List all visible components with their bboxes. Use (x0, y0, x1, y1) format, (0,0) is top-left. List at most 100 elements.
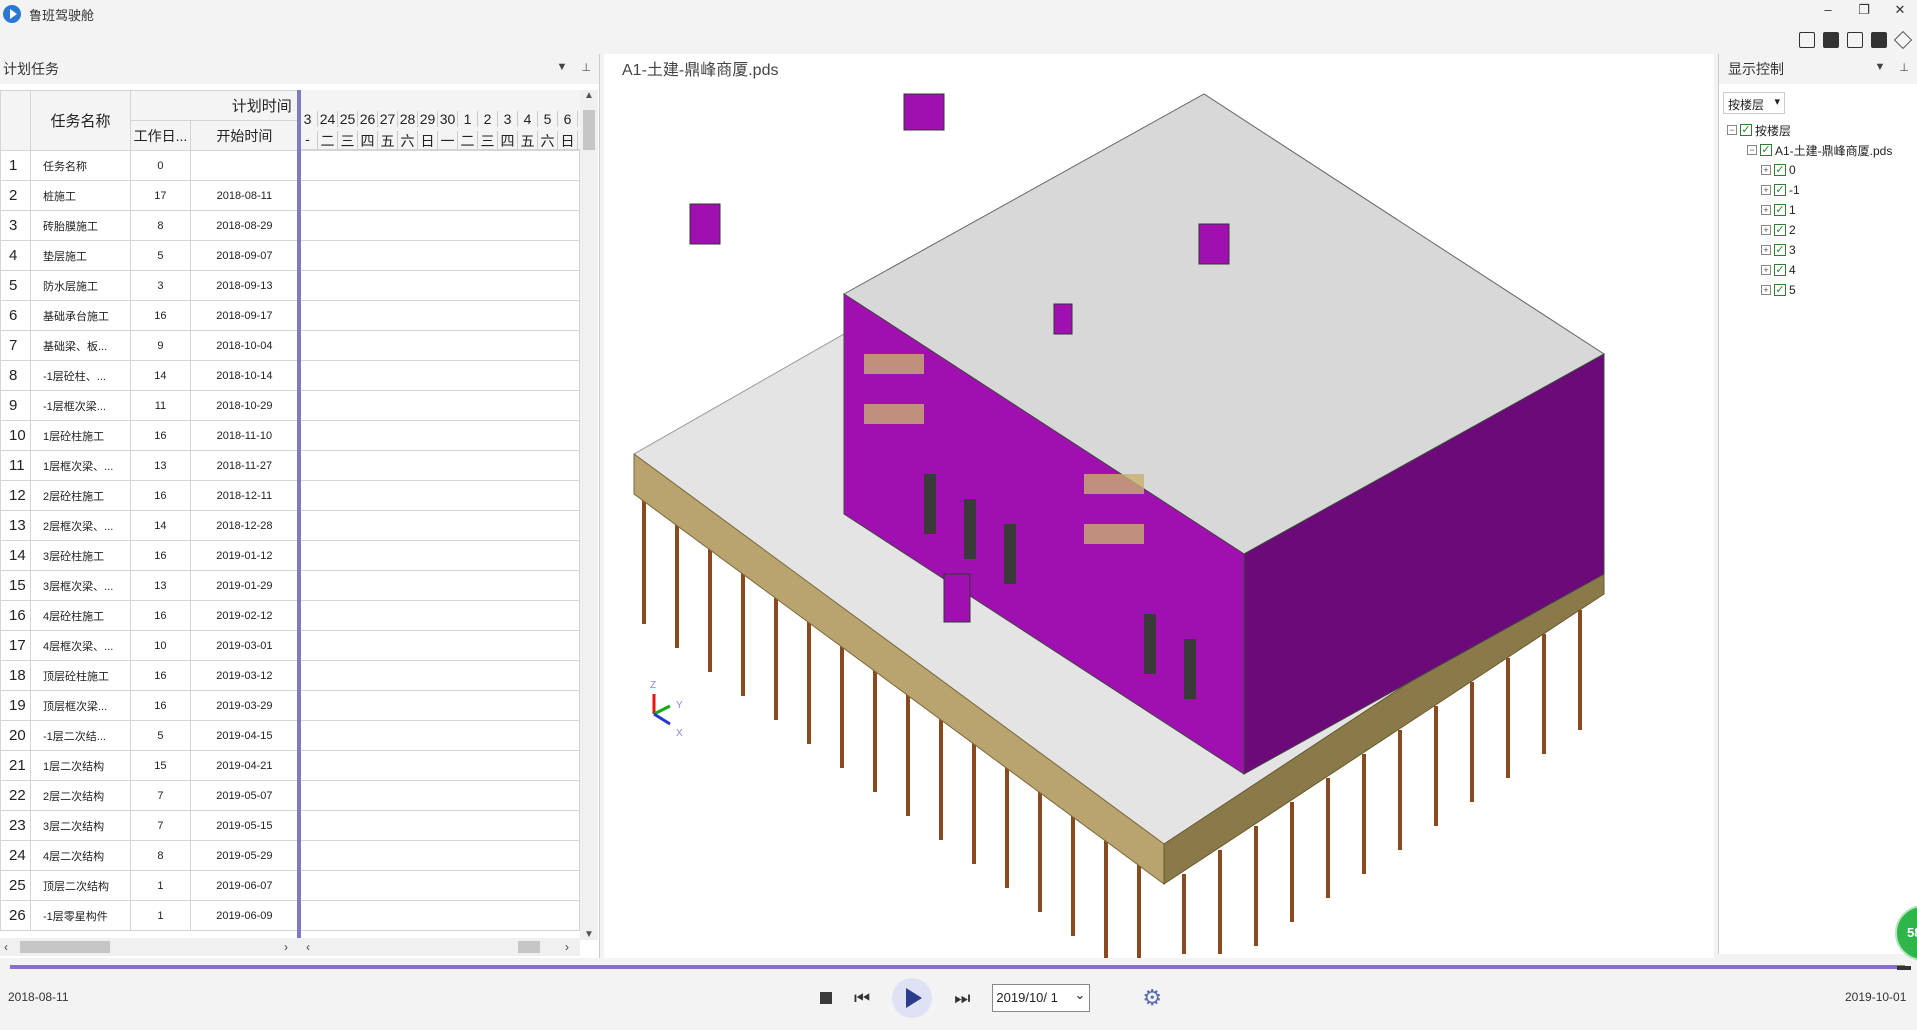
task-name-cell[interactable]: 砖胎膜施工 (29, 210, 131, 241)
work-days-cell[interactable]: 16 (129, 690, 191, 721)
table-row[interactable]: 13 2层框次梁、... 14 2018-12-28 (0, 510, 580, 541)
task-name-cell[interactable]: 4层框次梁、... (29, 630, 131, 661)
row-number[interactable]: 20 (0, 720, 31, 751)
gantt-cell[interactable] (297, 810, 580, 841)
task-name-cell[interactable]: 3层二次结构 (29, 810, 131, 841)
start-time-header[interactable]: 开始时间 (189, 120, 299, 151)
front-view-icon[interactable] (1799, 32, 1815, 48)
gantt-cell[interactable] (297, 750, 580, 781)
gantt-cell[interactable] (297, 870, 580, 901)
row-number[interactable]: 10 (0, 420, 31, 451)
row-number[interactable]: 12 (0, 480, 31, 511)
collapse-icon[interactable]: − (1747, 145, 1757, 155)
work-days-cell[interactable]: 8 (129, 210, 191, 241)
row-number[interactable]: 17 (0, 630, 31, 661)
model-viewport[interactable]: A1-土建-鼎峰商厦.pds Z Y X (604, 54, 1714, 984)
gantt-cell[interactable] (297, 150, 580, 181)
task-name-cell[interactable]: 基础梁、板... (29, 330, 131, 361)
table-row[interactable]: 20 -1层二次结... 5 2019-04-15 (0, 720, 580, 751)
task-name-cell[interactable]: 防水层施工 (29, 270, 131, 301)
checkbox-checked-icon[interactable]: ✓ (1774, 224, 1786, 236)
scroll-thumb[interactable] (583, 110, 595, 150)
work-days-cell[interactable]: 0 (129, 150, 191, 181)
vertical-scrollbar[interactable]: ▲ ▼ (580, 90, 598, 940)
checkbox-checked-icon[interactable]: ✓ (1774, 184, 1786, 196)
gantt-cell[interactable] (297, 720, 580, 751)
task-name-cell[interactable]: -1层框次梁... (29, 390, 131, 421)
work-days-cell[interactable]: 13 (129, 450, 191, 481)
work-days-cell[interactable]: 1 (129, 870, 191, 901)
task-name-cell[interactable]: 2层框次梁、... (29, 510, 131, 541)
work-days-cell[interactable]: 5 (129, 720, 191, 751)
task-name-cell[interactable]: -1层二次结... (29, 720, 131, 751)
tree-floor-node[interactable]: + ✓ 5 (1761, 280, 1892, 300)
row-number[interactable]: 11 (0, 450, 31, 481)
panel-menu-icon[interactable]: ▼ (1875, 61, 1886, 74)
task-name-cell[interactable]: 顶层砼柱施工 (29, 660, 131, 691)
table-row[interactable]: 7 基础梁、板... 9 2018-10-04 (0, 330, 580, 361)
task-name-cell[interactable]: 垫层施工 (29, 240, 131, 271)
timeline-progress-bar[interactable] (10, 965, 1905, 969)
start-time-cell[interactable]: 2019-01-12 (189, 540, 299, 571)
gantt-cell[interactable] (297, 570, 580, 601)
table-row[interactable]: 16 4层砼柱施工 16 2019-02-12 (0, 600, 580, 631)
task-name-header[interactable]: 任务名称 (29, 90, 131, 151)
checkbox-checked-icon[interactable]: ✓ (1774, 204, 1786, 216)
task-name-cell[interactable]: 3层砼柱施工 (29, 540, 131, 571)
task-name-cell[interactable]: 2层二次结构 (29, 780, 131, 811)
work-days-cell[interactable]: 17 (129, 180, 191, 211)
work-days-cell[interactable]: 14 (129, 510, 191, 541)
row-number[interactable]: 18 (0, 660, 31, 691)
scroll-down-icon[interactable]: ▼ (580, 929, 598, 940)
table-row[interactable]: 17 4层框次梁、... 10 2019-03-01 (0, 630, 580, 661)
restore-button[interactable]: ❐ (1857, 2, 1871, 18)
gantt-cell[interactable] (297, 360, 580, 391)
start-time-cell[interactable]: 2019-04-15 (189, 720, 299, 751)
expand-icon[interactable]: + (1761, 245, 1771, 255)
gantt-cell[interactable] (297, 630, 580, 661)
work-days-cell[interactable]: 13 (129, 570, 191, 601)
gantt-cell[interactable] (297, 540, 580, 571)
gantt-cell[interactable] (297, 780, 580, 811)
task-name-cell[interactable]: -1层砼柱、... (29, 360, 131, 391)
work-days-cell[interactable]: 1 (129, 900, 191, 931)
task-name-cell[interactable]: 1层框次梁、... (29, 450, 131, 481)
table-row[interactable]: 11 1层框次梁、... 13 2018-11-27 (0, 450, 580, 481)
work-days-cell[interactable]: 16 (129, 480, 191, 511)
gantt-cell[interactable] (297, 660, 580, 691)
start-time-cell[interactable]: 2019-05-07 (189, 780, 299, 811)
row-number[interactable]: 19 (0, 690, 31, 721)
work-days-cell[interactable]: 15 (129, 750, 191, 781)
table-row[interactable]: 15 3层框次梁、... 13 2019-01-29 (0, 570, 580, 601)
row-number[interactable]: 5 (0, 270, 31, 301)
row-number[interactable]: 2 (0, 180, 31, 211)
checkbox-checked-icon[interactable]: ✓ (1774, 164, 1786, 176)
row-number[interactable]: 16 (0, 600, 31, 631)
start-time-cell[interactable]: 2019-03-01 (189, 630, 299, 661)
gantt-scroll-left-icon[interactable]: ‹ (306, 940, 310, 954)
work-days-cell[interactable]: 14 (129, 360, 191, 391)
table-row[interactable]: 10 1层砼柱施工 16 2018-11-10 (0, 420, 580, 451)
start-time-cell[interactable]: 2019-06-09 (189, 900, 299, 931)
gantt-cell[interactable] (297, 690, 580, 721)
start-time-cell[interactable]: 2019-01-29 (189, 570, 299, 601)
gantt-cell[interactable] (297, 210, 580, 241)
row-number[interactable]: 6 (0, 300, 31, 331)
table-row[interactable]: 12 2层砼柱施工 16 2018-12-11 (0, 480, 580, 511)
start-time-cell[interactable]: 2018-08-29 (189, 210, 299, 241)
table-row[interactable]: 3 砖胎膜施工 8 2018-08-29 (0, 210, 580, 241)
gantt-cell[interactable] (297, 480, 580, 511)
gantt-scroll-right-icon[interactable]: › (565, 940, 569, 954)
checkbox-checked-icon[interactable]: ✓ (1740, 124, 1752, 136)
table-row[interactable]: 8 -1层砼柱、... 14 2018-10-14 (0, 360, 580, 391)
building-model-render[interactable]: Z Y X (604, 54, 1714, 984)
scroll-right-icon[interactable]: › (284, 940, 288, 954)
layers-icon[interactable] (1893, 30, 1913, 50)
table-row[interactable]: 26 -1层零星构件 1 2019-06-09 (0, 900, 580, 931)
scroll-thumb-right[interactable] (518, 941, 540, 953)
row-number[interactable]: 14 (0, 540, 31, 571)
solid-view-icon[interactable] (1823, 32, 1839, 48)
start-time-cell[interactable]: 2018-10-29 (189, 390, 299, 421)
checkbox-checked-icon[interactable]: ✓ (1774, 284, 1786, 296)
expand-icon[interactable]: + (1761, 265, 1771, 275)
